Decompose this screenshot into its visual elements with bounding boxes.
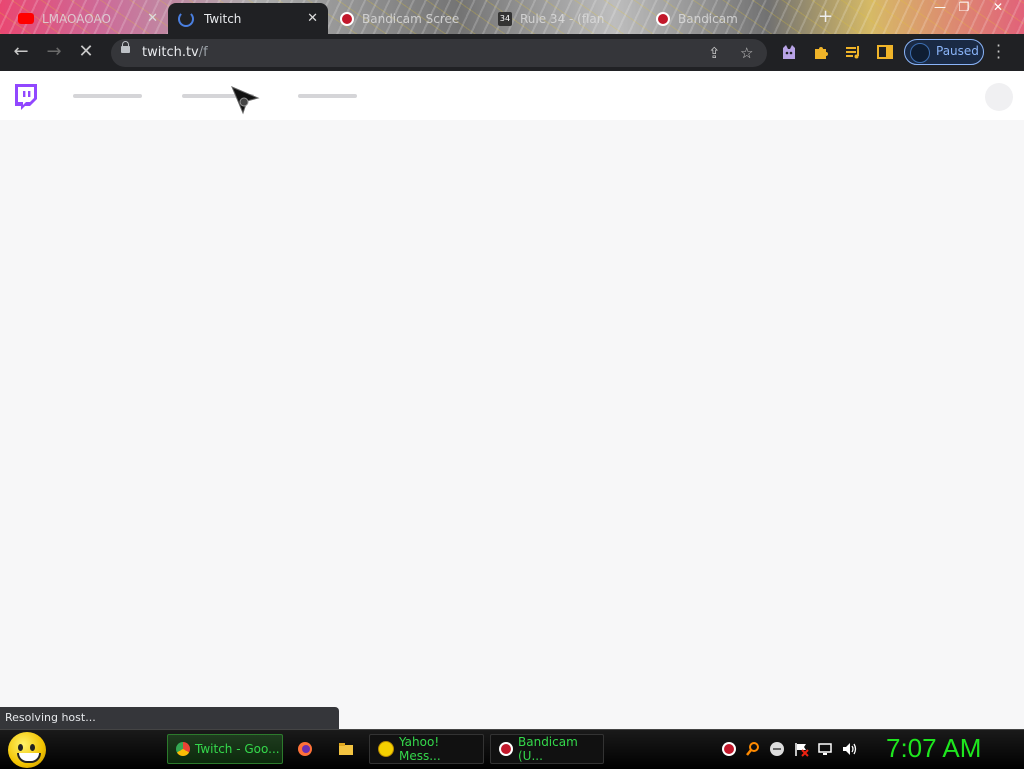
taskbar-item-chrome[interactable]: Twitch - Goo... [167,734,283,764]
chrome-icon [176,742,190,756]
forward-arrow-icon[interactable]: → [43,42,65,64]
taskbar: Twitch - Goo... Yahoo! Mess... Bandicam … [0,729,1024,769]
bandicam-tray-icon[interactable] [721,741,737,757]
restore-icon[interactable]: ❐ [952,0,976,14]
youtube-icon [18,13,34,24]
tab-bandicam[interactable]: Bandicam [646,3,806,34]
rule34-icon: 34 [498,11,512,26]
avatar-skeleton-placeholder [985,83,1013,111]
taskbar-item-label: Twitch - Goo... [195,742,280,756]
tab-youtube[interactable]: LMAOAOAO ✕ [8,3,168,34]
messenger-tray-icon[interactable] [769,741,785,757]
taskbar-clock[interactable]: 7:07 AM [886,733,981,764]
browser-toolbar: ← → ✕ twitch.tv/f ⇪ ☆ Paused · · · [0,34,1024,71]
action-center-flag-icon[interactable] [793,741,809,757]
new-tab-plus-icon[interactable]: + [818,6,833,27]
taskbar-item-label: Yahoo! Mess... [399,735,441,763]
tab-title: Bandicam Scree [362,11,460,26]
close-icon[interactable]: ✕ [147,11,158,26]
close-icon[interactable]: ✕ [307,11,318,26]
yahoo-messenger-icon [378,741,394,757]
twitch-top-nav [0,71,1024,120]
tab-title: Bandicam [678,11,738,26]
tab-bandicam-screen[interactable]: Bandicam Scree [330,3,486,34]
loading-spinner-icon [178,10,194,27]
profile-paused-button[interactable]: Paused [904,39,984,65]
nav-skeleton-placeholder [298,94,357,98]
bookmark-star-icon[interactable]: ☆ [740,44,753,62]
profile-paused-label: Paused [936,44,979,58]
avatar [910,43,930,63]
tab-twitch[interactable]: Twitch ✕ [168,3,328,34]
bandicam-icon [499,742,513,756]
lock-icon[interactable] [121,41,130,53]
extensions-puzzle-icon[interactable] [812,43,830,61]
address-url[interactable]: twitch.tv/f [142,45,208,60]
stop-loading-icon[interactable]: ✕ [75,42,97,64]
extension-cat-icon[interactable] [780,43,798,61]
taskbar-item-bandicam[interactable]: Bandicam (U... [490,734,604,764]
window-close-icon[interactable]: ✕ [986,0,1010,14]
tab-title: Rule 34 - (flan [520,11,605,26]
taskbar-item-yahoo-messenger[interactable]: Yahoo! Mess... [369,734,484,764]
share-icon[interactable]: ⇪ [708,44,721,62]
network-icon[interactable] [817,741,833,757]
volume-speaker-icon[interactable] [841,741,857,757]
more-menu-icon[interactable]: · · · [996,38,1001,66]
media-playlist-icon[interactable] [844,43,862,61]
file-explorer-folder-icon[interactable] [338,741,354,757]
tab-strip: LMAOAOAO ✕ Twitch ✕ Bandicam Scree 34 Ru… [0,0,1024,34]
address-bar[interactable]: twitch.tv/f ⇪ ☆ [111,39,767,67]
side-panel-icon[interactable] [876,43,894,61]
mouse-cursor-icon [231,86,260,115]
search-magnifier-icon[interactable] [745,741,761,757]
tab-rule34[interactable]: 34 Rule 34 - (flan [488,3,644,34]
twitch-logo-icon[interactable] [12,83,38,111]
bandicam-icon [656,11,670,26]
status-bubble: Resolving host... [0,707,339,729]
tab-title: Twitch [204,11,242,26]
minimize-icon[interactable]: — [928,0,952,14]
back-arrow-icon[interactable]: ← [10,42,32,64]
taskbar-item-label: Bandicam (U... [518,735,578,763]
tab-title: LMAOAOAO [42,11,111,26]
bandicam-icon [340,11,354,26]
start-button-smiley-icon[interactable] [8,732,46,768]
nav-skeleton-placeholder [73,94,142,98]
firefox-icon[interactable] [297,741,313,757]
